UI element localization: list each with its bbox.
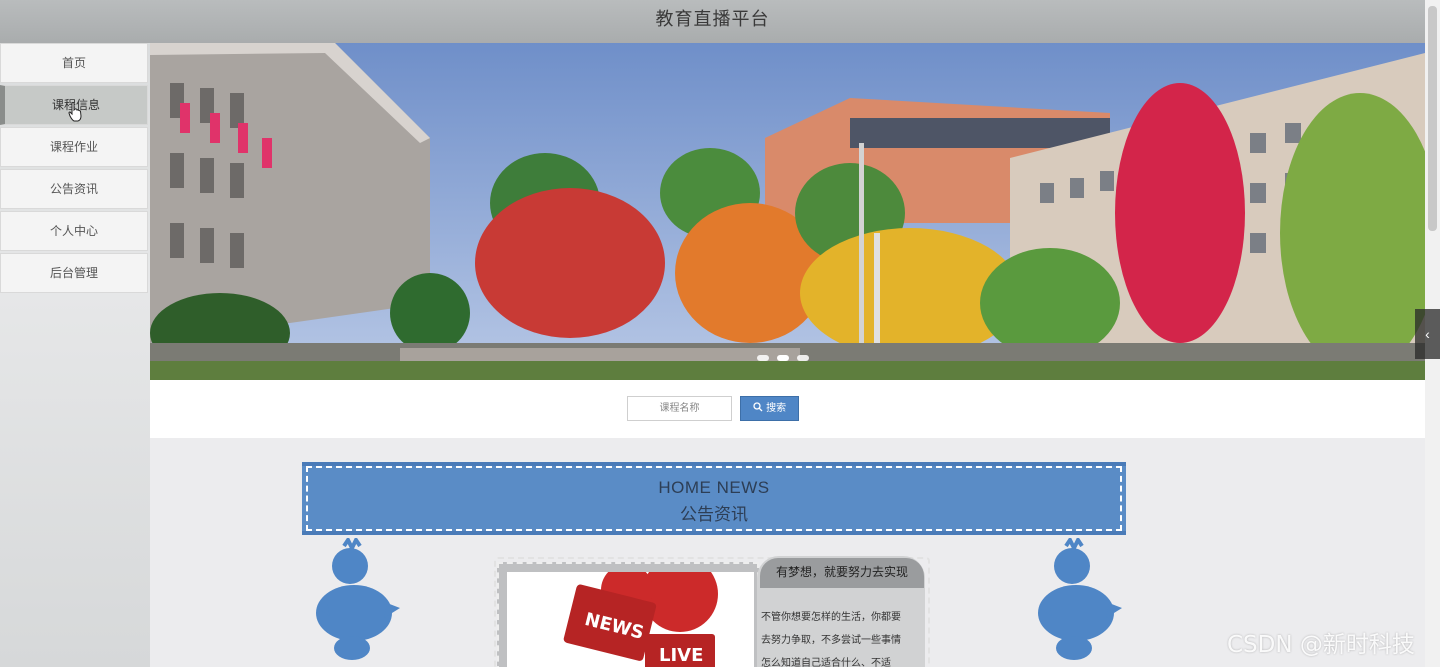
course-name-search-input[interactable]: 课程名称 — [627, 396, 732, 421]
sidebar-nav: 首页 课程信息 课程作业 公告资讯 个人中心 后台管理 — [0, 43, 150, 667]
nav-item-admin[interactable]: 后台管理 — [0, 253, 148, 293]
news-card-text: 不管你想要怎样的生活，你都要 去努力争取，不多尝试一些事情 怎么知道自己适合什么… — [761, 606, 919, 667]
nav-item-home[interactable]: 首页 — [0, 43, 148, 83]
hand-cursor-icon — [68, 102, 82, 122]
carousel-next-button[interactable]: ‹ — [1415, 309, 1440, 359]
news-card-line: 去努力争取，不多尝试一些事情 — [761, 635, 901, 646]
carousel-dots — [757, 355, 809, 361]
news-card-line: 不管你想要怎样的生活，你都要 — [761, 612, 901, 623]
nav-item-announcements[interactable]: 公告资讯 — [0, 169, 148, 209]
carousel-dot[interactable] — [777, 355, 789, 361]
search-button[interactable]: 搜索 — [740, 396, 799, 421]
search-icon — [753, 402, 763, 412]
news-title-en: HOME NEWS — [658, 478, 770, 497]
chevron-left-icon: ‹ — [1425, 326, 1430, 342]
news-card-line: 怎么知道自己适合什么、不适 — [761, 658, 891, 667]
site-title: 教育直播平台 — [655, 9, 770, 30]
nav-item-course-homework[interactable]: 课程作业 — [0, 127, 148, 167]
news-image-label-live: LIVE — [659, 645, 703, 666]
decorative-figure-icon — [1038, 538, 1122, 660]
news-title-zh: 公告资讯 — [680, 505, 748, 525]
news-card-image[interactable]: NEWS LIVE — [507, 572, 754, 667]
news-card-title[interactable]: 有梦想，就要努力去实现 — [760, 558, 924, 588]
nav-item-personal-center[interactable]: 个人中心 — [0, 211, 148, 251]
decorative-figure-icon — [316, 538, 400, 660]
page-scrollbar-thumb[interactable] — [1428, 6, 1437, 231]
news-section-header: HOME NEWS 公告资讯 — [302, 462, 1126, 535]
watermark-text: CSDN @新时科技 — [1227, 632, 1415, 658]
carousel-dot[interactable] — [757, 355, 769, 361]
carousel-dot[interactable] — [797, 355, 809, 361]
site-header: 教育直播平台 — [0, 0, 1425, 43]
search-button-label: 搜索 — [766, 403, 787, 414]
hero-banner-image — [150, 43, 1425, 380]
